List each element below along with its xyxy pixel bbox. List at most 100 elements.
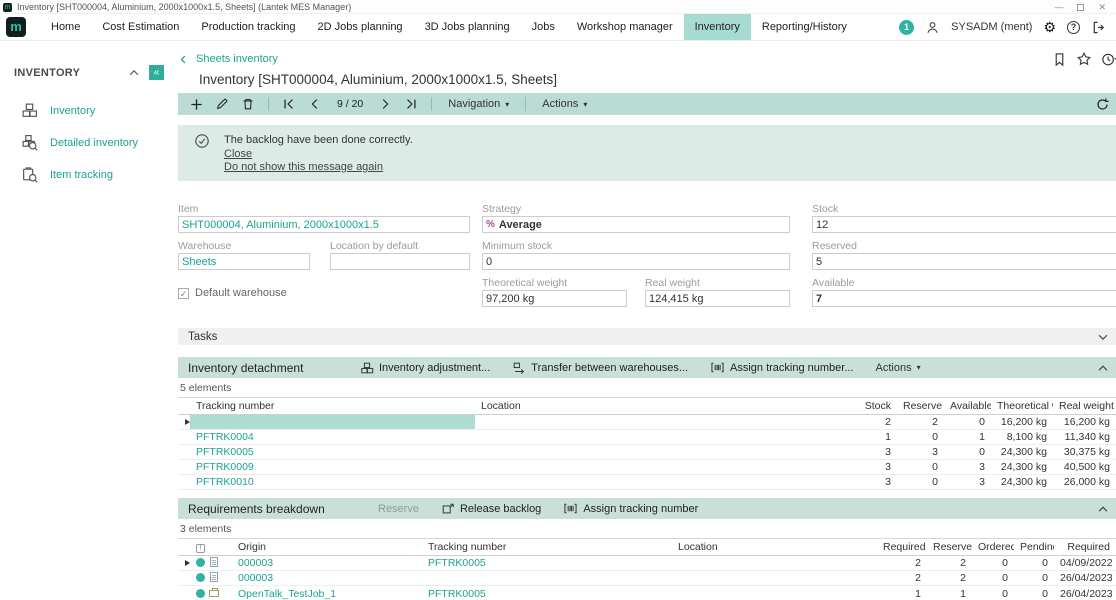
item-field[interactable] xyxy=(178,216,470,233)
tracking-number-cell[interactable]: PFTRK0009 xyxy=(190,460,475,475)
row-selector[interactable] xyxy=(178,430,190,445)
tasks-section-header[interactable]: Tasks xyxy=(178,328,1116,345)
location-cell[interactable] xyxy=(672,571,877,586)
collapse-sidebar-icon[interactable]: « xyxy=(149,65,164,80)
menu-item-jobs[interactable]: Jobs xyxy=(521,14,566,40)
tracking-number-cell[interactable]: PFTRK0005 xyxy=(422,556,672,571)
location-cell[interactable] xyxy=(475,475,845,490)
message-close-link[interactable]: Close xyxy=(224,148,413,160)
real-weight-field[interactable] xyxy=(645,290,790,307)
col-location[interactable]: Location xyxy=(475,398,845,415)
detachment-row[interactable]: PFTRK000533024,300 kg30,375 kg xyxy=(178,445,1116,460)
col-stock[interactable]: Stock xyxy=(845,398,897,415)
col-tracking-number[interactable]: Tracking number xyxy=(422,539,672,556)
menu-item-workshop-manager[interactable]: Workshop manager xyxy=(566,14,684,40)
col-theoretical-weight[interactable]: Theoretical wei xyxy=(991,398,1053,415)
back-chevron-icon[interactable] xyxy=(178,54,189,65)
theoretical-weight-field[interactable] xyxy=(482,290,627,307)
location-cell[interactable] xyxy=(672,556,877,571)
menu-item-home[interactable]: Home xyxy=(40,14,91,40)
notification-badge[interactable]: 1 xyxy=(899,20,914,35)
minimize-window-icon[interactable]: — xyxy=(1054,2,1063,12)
chevron-up-icon[interactable] xyxy=(1096,361,1110,375)
app-logo[interactable]: m xyxy=(6,17,26,37)
menu-item-2d-jobs-planning[interactable]: 2D Jobs planning xyxy=(307,14,414,40)
transfer-between-warehouses-button[interactable]: Transfer between warehouses... xyxy=(512,361,688,375)
settings-gear-icon[interactable]: ⚙ xyxy=(1043,20,1056,34)
help-icon[interactable]: ? xyxy=(1067,21,1080,34)
assign-tracking-number-button[interactable]: Assign tracking number... xyxy=(710,361,854,374)
chevron-up-icon[interactable] xyxy=(1096,502,1110,516)
row-selector[interactable] xyxy=(178,586,190,600)
tracking-number-cell[interactable]: PFTRK0010 xyxy=(190,475,475,490)
col-origin[interactable]: Origin xyxy=(232,539,422,556)
location-cell[interactable] xyxy=(475,460,845,475)
detachment-row[interactable]: PFTRK00041018,100 kg11,340 kg xyxy=(178,430,1116,445)
sidebar-collapse-chevron-up-icon[interactable] xyxy=(127,66,141,80)
sidebar-item-item-tracking[interactable]: Item tracking xyxy=(0,160,170,189)
inventory-adjustment-button[interactable]: Inventory adjustment... xyxy=(360,361,490,375)
menu-item-reporting-history[interactable]: Reporting/History xyxy=(751,14,858,40)
next-record-icon[interactable] xyxy=(375,94,395,114)
menu-item-cost-estimation[interactable]: Cost Estimation xyxy=(91,14,190,40)
previous-record-icon[interactable] xyxy=(305,94,325,114)
col-available[interactable]: Available xyxy=(944,398,991,415)
tracking-number-cell[interactable]: PFTRK0004 xyxy=(190,430,475,445)
sidebar-item-detailed-inventory[interactable]: Detailed inventory xyxy=(0,128,170,157)
navigation-dropdown[interactable]: Navigation▾ xyxy=(442,98,515,110)
available-field[interactable] xyxy=(812,290,1116,307)
history-clock-icon[interactable] xyxy=(1101,52,1116,67)
add-record-icon[interactable] xyxy=(186,94,206,114)
current-user-label[interactable]: SYSADM (ment) xyxy=(951,21,1032,33)
location-cell[interactable] xyxy=(475,445,845,460)
detachment-actions-dropdown[interactable]: Actions▾ xyxy=(876,362,921,374)
default-warehouse-checkbox[interactable]: ✓ Default warehouse xyxy=(178,287,470,299)
delete-record-icon[interactable] xyxy=(238,94,258,114)
tracking-number-cell[interactable] xyxy=(190,415,475,430)
requirement-row[interactable]: OpenTalk_TestJob_1PFTRK0005110026/04/202… xyxy=(178,586,1116,600)
row-selector[interactable] xyxy=(178,445,190,460)
detachment-row[interactable]: PFTRK000930324,300 kg40,500 kg xyxy=(178,460,1116,475)
logout-icon[interactable] xyxy=(1091,20,1106,35)
requirement-row[interactable]: 000003220026/04/2023 xyxy=(178,571,1116,586)
tracking-number-cell[interactable] xyxy=(422,571,672,586)
location-by-default-field[interactable] xyxy=(330,253,470,270)
col-pending[interactable]: Pending xyxy=(1014,539,1054,556)
star-icon[interactable] xyxy=(1076,51,1092,67)
col-real-weight[interactable]: Real weight xyxy=(1053,398,1116,415)
maximize-window-icon[interactable] xyxy=(1077,4,1084,11)
location-cell[interactable] xyxy=(475,415,845,430)
refresh-icon[interactable] xyxy=(1092,94,1112,114)
chevron-down-icon[interactable] xyxy=(1096,330,1110,344)
row-selector[interactable] xyxy=(178,415,190,430)
col-origin-status[interactable]: ! xyxy=(190,539,232,556)
col-tracking-number[interactable]: Tracking number xyxy=(190,398,475,415)
breadcrumb[interactable]: Sheets inventory xyxy=(178,53,278,65)
location-cell[interactable] xyxy=(475,430,845,445)
menu-item-production-tracking[interactable]: Production tracking xyxy=(190,14,306,40)
origin-cell[interactable]: 000003 xyxy=(232,571,422,586)
stock-field[interactable] xyxy=(812,216,1116,233)
col-reserve[interactable]: Reserve xyxy=(927,539,972,556)
col-required[interactable]: Required xyxy=(877,539,927,556)
warehouse-field[interactable] xyxy=(178,253,310,270)
actions-dropdown[interactable]: Actions▾ xyxy=(536,98,593,110)
row-selector[interactable] xyxy=(178,475,190,490)
release-backlog-button[interactable]: Release backlog xyxy=(441,502,541,516)
location-cell[interactable] xyxy=(672,586,877,600)
detachment-row[interactable]: 22016,200 kg16,200 kg xyxy=(178,415,1116,430)
col-reserve[interactable]: Reserve xyxy=(897,398,944,415)
first-record-icon[interactable] xyxy=(279,94,299,114)
breadcrumb-label[interactable]: Sheets inventory xyxy=(196,53,278,65)
col-ordered[interactable]: Ordered xyxy=(972,539,1014,556)
requirement-row[interactable]: 000003PFTRK0005220004/09/2022 xyxy=(178,556,1116,571)
sidebar-item-inventory[interactable]: Inventory xyxy=(0,96,170,125)
col-required-date[interactable]: Required xyxy=(1054,539,1116,556)
tracking-number-cell[interactable]: PFTRK0005 xyxy=(190,445,475,460)
bookmark-icon[interactable] xyxy=(1052,52,1067,67)
row-selector[interactable] xyxy=(178,460,190,475)
row-selector[interactable] xyxy=(178,571,190,586)
message-dont-show-link[interactable]: Do not show this message again xyxy=(224,161,413,173)
tracking-number-cell[interactable]: PFTRK0005 xyxy=(422,586,672,600)
detachment-row[interactable]: PFTRK001030324,300 kg26,000 kg xyxy=(178,475,1116,490)
